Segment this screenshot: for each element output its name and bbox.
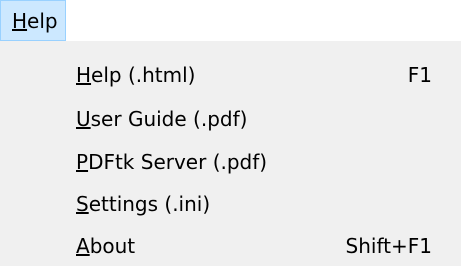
- menu-item-label: Help (.html): [76, 53, 195, 98]
- menu-item-text: ettings (.ini): [88, 192, 211, 216]
- help-menu-label: elp: [27, 9, 58, 33]
- menu-item-shortcut: Shift+F1: [345, 234, 432, 258]
- menu-item-settings[interactable]: Settings (.ini): [1, 182, 461, 227]
- menu-item-label: About: [76, 224, 135, 269]
- help-menu[interactable]: Help: [0, 0, 66, 41]
- menu-item-accelerator: H: [76, 63, 92, 87]
- menu-item-help-html[interactable]: Help (.html) F1: [1, 53, 461, 98]
- menu-item-accelerator: P: [76, 150, 89, 174]
- menu-item-user-guide[interactable]: User Guide (.pdf): [1, 97, 461, 142]
- menu-item-pdftk-server[interactable]: PDFtk Server (.pdf): [1, 140, 461, 185]
- menu-item-shortcut: F1: [407, 63, 432, 87]
- menu-item-accelerator: S: [76, 192, 89, 216]
- menu-item-label: User Guide (.pdf): [76, 97, 247, 142]
- menu-item-accelerator: A: [76, 234, 90, 258]
- menu-item-text: elp (.html): [91, 63, 196, 87]
- menu-item-label: Settings (.ini): [76, 182, 210, 227]
- menu-item-accelerator: U: [76, 107, 91, 131]
- menubar: Help: [0, 0, 461, 41]
- help-menu-accelerator: H: [12, 9, 28, 33]
- help-dropdown-menu: Help (.html) F1 User Guide (.pdf) PDFtk …: [0, 41, 461, 266]
- menu-item-text: bout: [89, 234, 136, 258]
- menu-item-about[interactable]: About Shift+F1: [1, 224, 461, 269]
- menu-item-text: ser Guide (.pdf): [90, 107, 248, 131]
- menu-item-label: PDFtk Server (.pdf): [76, 140, 267, 185]
- menu-item-text: DFtk Server (.pdf): [88, 150, 268, 174]
